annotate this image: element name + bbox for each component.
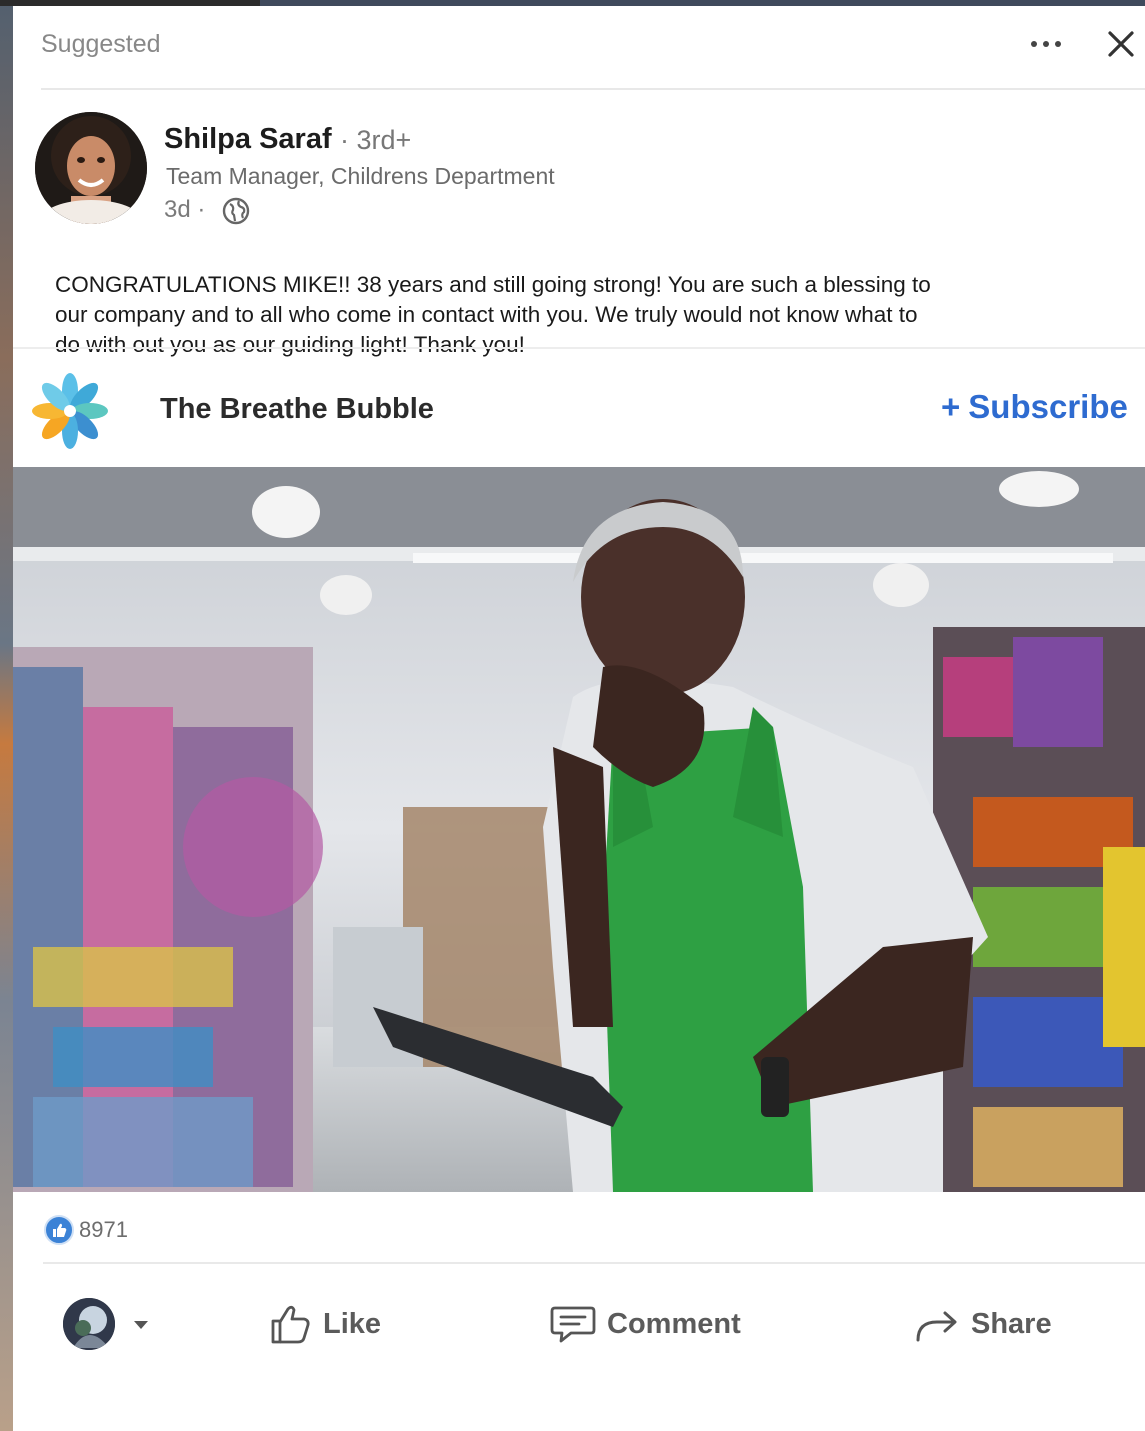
thumbs-up-icon (271, 1305, 310, 1344)
post-text: CONGRATULATIONS MIKE!! 38 years and stil… (55, 271, 931, 357)
close-icon (1108, 31, 1134, 57)
like-button[interactable]: Like (267, 1298, 381, 1350)
author-avatar[interactable] (35, 112, 147, 224)
publication-name[interactable]: The Breathe Bubble (160, 393, 434, 426)
post-topbar: Suggested (13, 6, 1145, 86)
comment-label: Comment (607, 1307, 741, 1340)
dismiss-button[interactable] (1101, 24, 1141, 64)
more-options-button[interactable] (1023, 26, 1069, 62)
divider (41, 88, 1145, 90)
divider (43, 1262, 1145, 1264)
actor-avatar (63, 1298, 115, 1350)
background-edge (0, 0, 14, 1431)
globe-icon (222, 197, 250, 225)
caret-down-icon (134, 1321, 148, 1329)
plus-icon: + (941, 388, 961, 425)
suggested-label: Suggested (41, 30, 161, 58)
share-label: Share (971, 1307, 1052, 1340)
post-age: 3d · (164, 196, 206, 223)
reaction-count: 8971 (79, 1217, 128, 1242)
publication-logo[interactable] (27, 368, 113, 454)
post-as-selector[interactable] (63, 1298, 163, 1350)
like-reaction-icon (44, 1215, 74, 1245)
like-label: Like (323, 1307, 382, 1340)
share-button[interactable]: Share (913, 1298, 1052, 1350)
share-arrow-icon (916, 1311, 957, 1342)
subscribe-button[interactable]: + Subscribe (941, 388, 1145, 432)
connection-degree: · 3rd+ (340, 125, 412, 155)
comment-button[interactable]: Comment (549, 1298, 741, 1350)
comment-icon (550, 1306, 596, 1343)
post-image[interactable] (13, 467, 1145, 1192)
feed-post-card: Suggested Shilpa Saraf · 3rd+ Team Manag… (13, 6, 1145, 1431)
author-name[interactable]: Shilpa Saraf (164, 123, 332, 156)
divider (13, 347, 1145, 349)
subscribe-label: Subscribe (968, 388, 1128, 425)
more-icon (1031, 41, 1061, 47)
reactions-summary[interactable]: 8971 (43, 1214, 128, 1246)
author-headline: Team Manager, Childrens Department (166, 163, 555, 189)
